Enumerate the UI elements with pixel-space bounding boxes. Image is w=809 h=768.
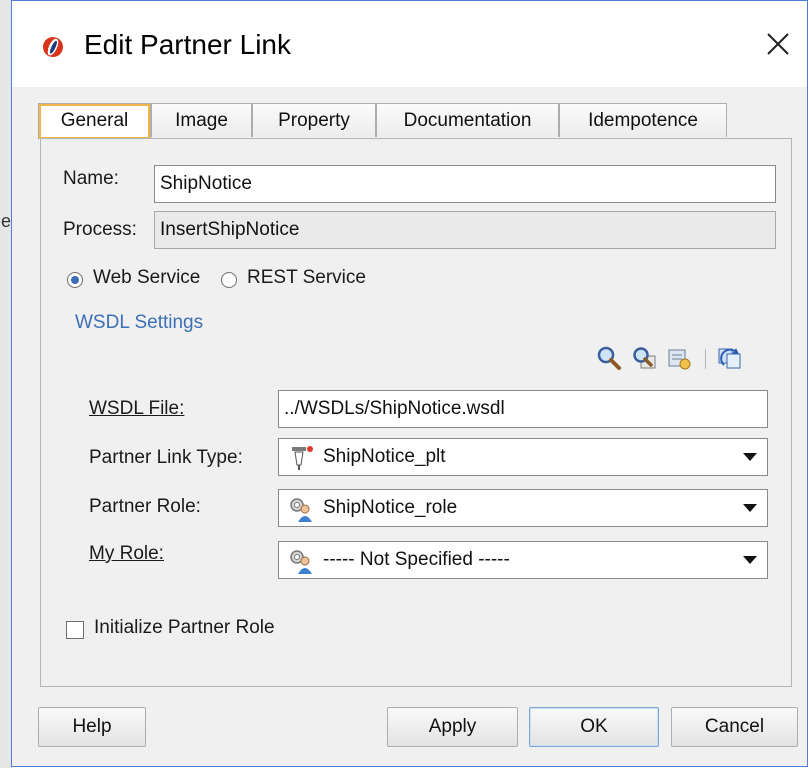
partner-role-label: Partner Role: <box>89 496 201 517</box>
apply-button[interactable]: Apply <box>387 707 518 747</box>
search-icon[interactable] <box>596 345 622 371</box>
wsdl-file-label: WSDL File: <box>89 398 185 419</box>
toolbar-separator <box>705 349 706 369</box>
initialize-partner-role-checkbox[interactable] <box>66 621 84 639</box>
background-window-text: e <box>1 211 12 231</box>
name-label: Name: <box>63 168 119 189</box>
tab-image[interactable]: Image <box>151 103 252 137</box>
tab-documentation[interactable]: Documentation <box>376 103 559 137</box>
refresh-icon[interactable] <box>717 345 743 371</box>
close-icon <box>767 33 789 55</box>
initialize-partner-role-label[interactable]: Initialize Partner Role <box>94 617 275 639</box>
oracle-jdeveloper-logo-icon <box>43 37 63 57</box>
web-service-label[interactable]: Web Service <box>93 267 200 289</box>
tab-idempotence[interactable]: Idempotence <box>559 103 727 137</box>
dialog-title: Edit Partner Link <box>84 29 291 60</box>
dialog-titlebar: Edit Partner Link <box>12 1 807 87</box>
ok-button[interactable]: OK <box>529 707 659 747</box>
partner-link-type-icon <box>292 446 313 470</box>
web-service-radio[interactable] <box>67 272 83 288</box>
rest-service-radio[interactable] <box>221 272 237 288</box>
tab-property[interactable]: Property <box>252 103 376 137</box>
wsdl-settings-heading: WSDL Settings <box>75 312 204 333</box>
role-gear-user-icon <box>290 498 312 522</box>
close-button[interactable] <box>761 27 795 61</box>
browse-service-icon[interactable] <box>631 345 657 371</box>
chevron-down-icon <box>743 504 757 512</box>
name-field[interactable]: ShipNotice <box>154 165 776 203</box>
help-button[interactable]: Help <box>38 707 146 747</box>
general-panel: Name: ShipNotice Process: InsertShipNoti… <box>40 138 792 687</box>
partner-role-value: ShipNotice_role <box>323 497 458 518</box>
partner-link-type-combo[interactable]: ShipNotice_plt <box>278 438 768 476</box>
chevron-down-icon <box>743 556 757 564</box>
my-role-combo[interactable]: ----- Not Specified ----- <box>278 541 768 579</box>
radio-selected-dot <box>71 276 79 284</box>
my-role-label: My Role: <box>89 543 164 564</box>
partner-link-type-value: ShipNotice_plt <box>323 446 446 467</box>
my-role-value: ----- Not Specified ----- <box>323 549 510 570</box>
tab-general[interactable]: General <box>38 103 151 140</box>
chevron-down-icon <box>743 453 757 461</box>
rest-service-label[interactable]: REST Service <box>247 267 366 289</box>
process-field: InsertShipNotice <box>154 211 776 249</box>
service-explorer-icon[interactable] <box>666 345 692 371</box>
edit-partner-link-dialog: Edit Partner Link General Image Property… <box>11 0 808 767</box>
partner-link-type-label: Partner Link Type: <box>89 447 243 468</box>
wsdl-file-field[interactable]: ../WSDLs/ShipNotice.wsdl <box>278 390 768 428</box>
cancel-button[interactable]: Cancel <box>671 707 798 747</box>
process-label: Process: <box>63 219 137 240</box>
role-gear-user-icon <box>290 550 312 574</box>
partner-role-combo[interactable]: ShipNotice_role <box>278 489 768 527</box>
